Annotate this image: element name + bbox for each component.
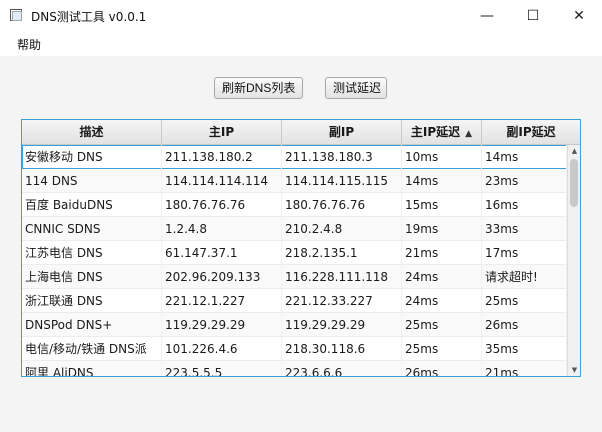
- test-latency-button[interactable]: 测试延迟: [325, 77, 387, 99]
- cell-secondary-latency: 17ms: [482, 241, 567, 265]
- cell-description: CNNIC SDNS: [22, 217, 162, 241]
- column-header-label: 副IP延迟: [506, 125, 556, 139]
- cell-description: 114 DNS: [22, 169, 162, 193]
- table-row[interactable]: 114 DNS 114.114.114.114 114.114.115.115 …: [22, 169, 567, 193]
- column-header-label: 主IP: [208, 125, 235, 139]
- cell-description: 百度 BaiduDNS: [22, 193, 162, 217]
- column-header-secondary-ip[interactable]: 副IP: [282, 120, 402, 145]
- cell-secondary-ip: 116.228.111.118: [282, 265, 402, 289]
- cell-description: 阿里 AliDNS: [22, 361, 162, 376]
- cell-primary-latency: 19ms: [402, 217, 482, 241]
- cell-secondary-latency: 14ms: [482, 145, 567, 169]
- minimize-button[interactable]: —: [464, 0, 510, 31]
- column-header-label: 描述: [79, 125, 104, 139]
- cell-description: 安徽移动 DNS: [22, 145, 162, 169]
- title-bar: DNS测试工具 v0.0.1 — ☐ ✕: [0, 0, 602, 31]
- cell-primary-ip: 101.226.4.6: [162, 337, 282, 361]
- window-title: DNS测试工具 v0.0.1: [31, 10, 147, 24]
- cell-primary-ip: 221.12.1.227: [162, 289, 282, 313]
- cell-secondary-latency: 23ms: [482, 169, 567, 193]
- cell-description: 浙江联通 DNS: [22, 289, 162, 313]
- column-header-primary-latency[interactable]: 主IP延迟 ▲: [402, 120, 482, 145]
- vertical-scrollbar[interactable]: ▲ ▼: [567, 145, 580, 376]
- cell-primary-ip: 223.5.5.5: [162, 361, 282, 376]
- cell-secondary-ip: 114.114.115.115: [282, 169, 402, 193]
- refresh-dns-list-button[interactable]: 刷新DNS列表: [214, 77, 303, 99]
- cell-description: 江苏电信 DNS: [22, 241, 162, 265]
- table-row[interactable]: 江苏电信 DNS 61.147.37.1 218.2.135.1 21ms 17…: [22, 241, 567, 265]
- table-row[interactable]: CNNIC SDNS 1.2.4.8 210.2.4.8 19ms 33ms: [22, 217, 567, 241]
- cell-primary-latency: 21ms: [402, 241, 482, 265]
- cell-primary-latency: 26ms: [402, 361, 482, 376]
- sort-ascending-icon: ▲: [465, 129, 473, 139]
- cell-secondary-latency: 26ms: [482, 313, 567, 337]
- cell-primary-ip: 114.114.114.114: [162, 169, 282, 193]
- cell-description: 电信/移动/铁通 DNS派: [22, 337, 162, 361]
- cell-primary-latency: 25ms: [402, 313, 482, 337]
- scrollbar-thumb[interactable]: [570, 159, 578, 207]
- cell-primary-latency: 25ms: [402, 337, 482, 361]
- table-row[interactable]: 安徽移动 DNS 211.138.180.2 211.138.180.3 10m…: [22, 145, 567, 169]
- cell-secondary-latency: 25ms: [482, 289, 567, 313]
- table-row[interactable]: 上海电信 DNS 202.96.209.133 116.228.111.118 …: [22, 265, 567, 289]
- table-header: 描述 主IP 副IP 主IP延迟 ▲ 副IP延迟: [22, 120, 580, 145]
- cell-secondary-latency: 35ms: [482, 337, 567, 361]
- column-header-secondary-latency[interactable]: 副IP延迟: [482, 120, 580, 145]
- cell-primary-ip: 1.2.4.8: [162, 217, 282, 241]
- table-body: 安徽移动 DNS 211.138.180.2 211.138.180.3 10m…: [22, 145, 567, 376]
- cell-description: 上海电信 DNS: [22, 265, 162, 289]
- cell-secondary-ip: 210.2.4.8: [282, 217, 402, 241]
- app-window-icon: [10, 9, 22, 21]
- close-button[interactable]: ✕: [556, 0, 602, 31]
- menu-help[interactable]: 帮助: [17, 36, 41, 53]
- cell-primary-ip: 211.138.180.2: [162, 145, 282, 169]
- cell-secondary-ip: 218.2.135.1: [282, 241, 402, 265]
- cell-secondary-latency: 33ms: [482, 217, 567, 241]
- cell-secondary-ip: 211.138.180.3: [282, 145, 402, 169]
- table-row[interactable]: 浙江联通 DNS 221.12.1.227 221.12.33.227 24ms…: [22, 289, 567, 313]
- dns-table[interactable]: 描述 主IP 副IP 主IP延迟 ▲ 副IP延迟 安徽移动 DNS 211.138…: [21, 119, 581, 377]
- cell-secondary-ip: 119.29.29.29: [282, 313, 402, 337]
- cell-primary-latency: 15ms: [402, 193, 482, 217]
- cell-primary-latency: 10ms: [402, 145, 482, 169]
- scroll-up-icon[interactable]: ▲: [568, 145, 580, 157]
- cell-primary-latency: 24ms: [402, 265, 482, 289]
- cell-secondary-latency: 21ms: [482, 361, 567, 376]
- cell-secondary-latency: 请求超时!: [482, 265, 567, 289]
- cell-primary-ip: 61.147.37.1: [162, 241, 282, 265]
- cell-secondary-ip: 218.30.118.6: [282, 337, 402, 361]
- column-header-description[interactable]: 描述: [22, 120, 162, 145]
- cell-primary-ip: 119.29.29.29: [162, 313, 282, 337]
- table-row[interactable]: 电信/移动/铁通 DNS派 101.226.4.6 218.30.118.6 2…: [22, 337, 567, 361]
- cell-secondary-ip: 221.12.33.227: [282, 289, 402, 313]
- maximize-button[interactable]: ☐: [510, 0, 556, 31]
- cell-secondary-ip: 223.6.6.6: [282, 361, 402, 376]
- column-header-primary-ip[interactable]: 主IP: [162, 120, 282, 145]
- table-row[interactable]: DNSPod DNS+ 119.29.29.29 119.29.29.29 25…: [22, 313, 567, 337]
- cell-description: DNSPod DNS+: [22, 313, 162, 337]
- scroll-down-icon[interactable]: ▼: [568, 364, 580, 376]
- menu-bar: 帮助: [0, 31, 602, 56]
- cell-secondary-ip: 180.76.76.76: [282, 193, 402, 217]
- cell-primary-ip: 180.76.76.76: [162, 193, 282, 217]
- table-row[interactable]: 百度 BaiduDNS 180.76.76.76 180.76.76.76 15…: [22, 193, 567, 217]
- cell-primary-latency: 24ms: [402, 289, 482, 313]
- table-row[interactable]: 阿里 AliDNS 223.5.5.5 223.6.6.6 26ms 21ms: [22, 361, 567, 376]
- column-header-label: 主IP延迟: [410, 125, 461, 139]
- cell-secondary-latency: 16ms: [482, 193, 567, 217]
- cell-primary-latency: 14ms: [402, 169, 482, 193]
- column-header-label: 副IP: [328, 125, 355, 139]
- cell-primary-ip: 202.96.209.133: [162, 265, 282, 289]
